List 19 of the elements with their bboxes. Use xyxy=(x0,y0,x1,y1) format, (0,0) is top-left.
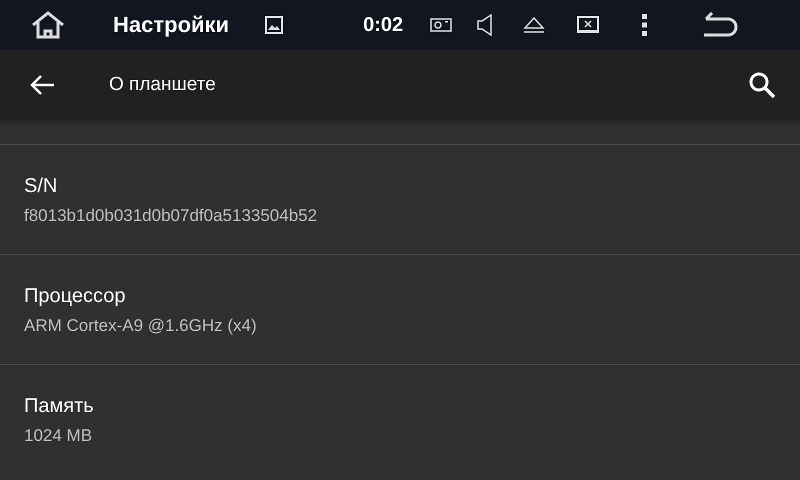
camera-icon[interactable] xyxy=(430,18,452,32)
clock-time: 0:02 xyxy=(363,14,404,36)
item-summary: 1024 MB xyxy=(24,426,94,446)
app-title: Настройки xyxy=(113,12,230,38)
item-title: Память xyxy=(24,394,95,418)
search-icon[interactable] xyxy=(748,71,776,99)
speaker-icon[interactable] xyxy=(477,14,494,36)
image-icon[interactable] xyxy=(265,16,284,34)
item-summary: f8013b1d0b031d0b07df0a5133504b52 xyxy=(24,206,318,226)
more-icon[interactable] xyxy=(642,14,648,36)
item-title: Процессор xyxy=(24,284,126,308)
item-title: S/N xyxy=(24,174,58,198)
page-title: О планшете xyxy=(109,74,217,96)
home-icon[interactable] xyxy=(30,11,66,39)
item-summary: ARM Cortex-A9 @1.6GHz (x4) xyxy=(24,316,258,336)
eject-icon[interactable] xyxy=(522,15,546,35)
back-icon[interactable] xyxy=(702,12,740,38)
screen-icon[interactable] xyxy=(576,15,600,35)
back-arrow-icon[interactable] xyxy=(29,74,55,96)
